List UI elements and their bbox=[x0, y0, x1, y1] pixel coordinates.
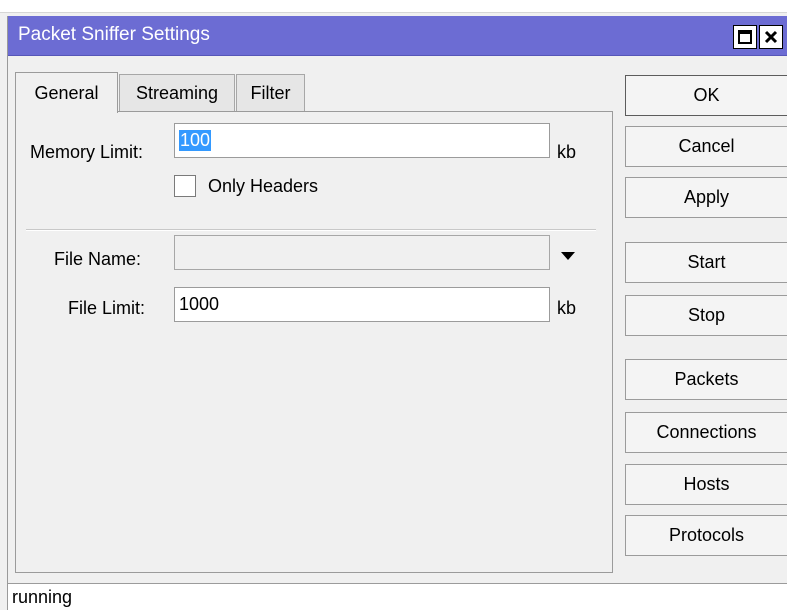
cancel-label: Cancel bbox=[678, 136, 735, 156]
title-bar[interactable]: Packet Sniffer Settings bbox=[8, 16, 787, 56]
close-button[interactable] bbox=[759, 25, 783, 49]
stop-button[interactable]: Stop bbox=[625, 295, 787, 336]
memory-limit-input[interactable]: 100 bbox=[174, 123, 550, 158]
tab-general[interactable]: General bbox=[15, 72, 118, 113]
connections-label: Connections bbox=[656, 422, 757, 442]
protocols-label: Protocols bbox=[668, 525, 745, 545]
file-limit-label: File Limit: bbox=[68, 298, 146, 318]
protocols-button[interactable]: Protocols bbox=[625, 515, 787, 556]
packets-label: Packets bbox=[674, 369, 739, 389]
stop-label: Stop bbox=[687, 305, 726, 325]
ok-button[interactable]: OK bbox=[625, 75, 787, 116]
maximize-icon bbox=[738, 30, 752, 44]
section-divider bbox=[26, 229, 596, 231]
tab-filter[interactable]: Filter bbox=[236, 74, 305, 111]
memory-limit-value: 100 bbox=[179, 130, 212, 151]
file-name-input[interactable] bbox=[174, 235, 550, 270]
memory-limit-unit: kb bbox=[557, 142, 577, 162]
cancel-button[interactable]: Cancel bbox=[625, 126, 787, 167]
close-icon bbox=[764, 30, 778, 44]
connections-button[interactable]: Connections bbox=[625, 412, 787, 453]
only-headers-option[interactable]: Only Headers bbox=[174, 175, 318, 197]
packet-sniffer-window: Packet Sniffer Settings General Streamin… bbox=[7, 16, 787, 610]
only-headers-checkbox[interactable] bbox=[174, 175, 196, 197]
only-headers-label: Only Headers bbox=[208, 175, 319, 196]
hosts-label: Hosts bbox=[683, 474, 730, 494]
file-name-label: File Name: bbox=[54, 249, 142, 269]
dropdown-arrow-icon bbox=[561, 252, 575, 260]
file-limit-input[interactable]: 1000 bbox=[174, 287, 550, 322]
tab-streaming[interactable]: Streaming bbox=[119, 74, 235, 111]
apply-label: Apply bbox=[683, 187, 730, 207]
tab-label: Filter bbox=[250, 82, 291, 103]
memory-limit-label: Memory Limit: bbox=[30, 142, 144, 162]
tab-label: Streaming bbox=[135, 82, 219, 103]
apply-button[interactable]: Apply bbox=[625, 177, 787, 218]
status-text: running bbox=[12, 587, 73, 607]
ok-label: OK bbox=[693, 85, 720, 105]
window-title: Packet Sniffer Settings bbox=[18, 24, 210, 45]
packets-button[interactable]: Packets bbox=[625, 359, 787, 400]
file-limit-value: 1000 bbox=[179, 294, 220, 314]
tab-label: General bbox=[34, 82, 99, 103]
start-label: Start bbox=[687, 252, 726, 272]
hosts-button[interactable]: Hosts bbox=[625, 464, 787, 505]
status-bar: running bbox=[8, 583, 787, 610]
file-name-dropdown[interactable] bbox=[559, 247, 577, 261]
maximize-button[interactable] bbox=[733, 25, 757, 49]
desktop-strip bbox=[0, 0, 787, 13]
file-limit-unit: kb bbox=[557, 298, 577, 318]
start-button[interactable]: Start bbox=[625, 242, 787, 283]
